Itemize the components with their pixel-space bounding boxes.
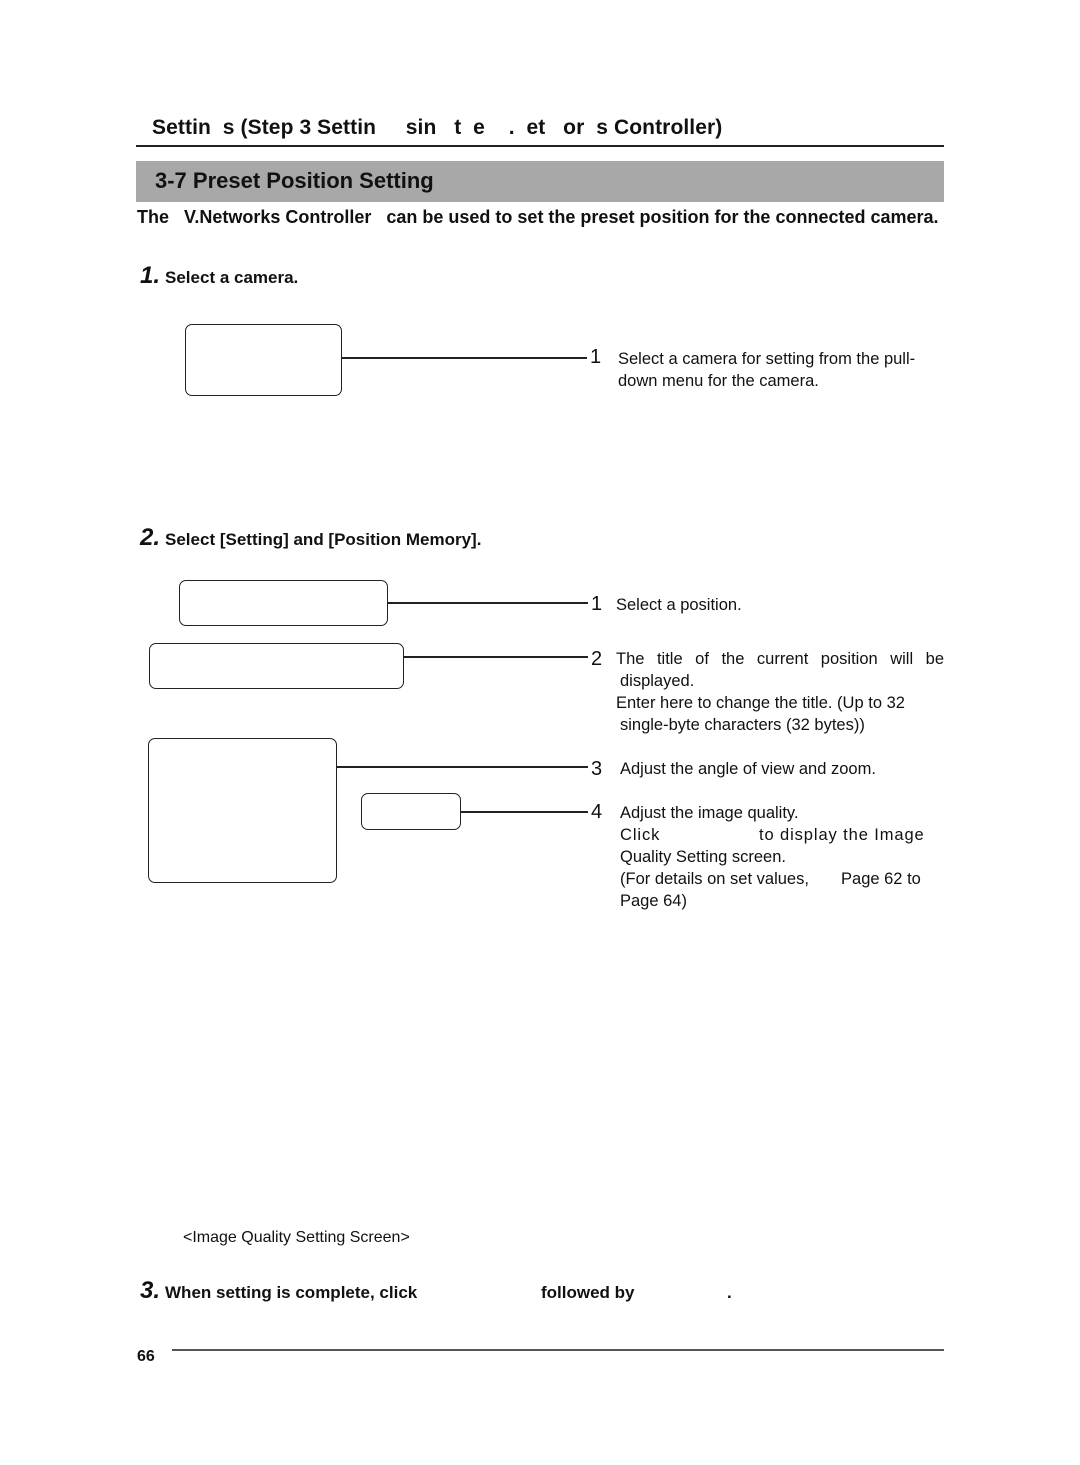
desc-line: Select a camera for setting from the pul…: [618, 350, 916, 368]
callout-leader-line: [342, 357, 587, 359]
position-title-field-box: [149, 643, 404, 689]
step-2-number: 2.: [140, 524, 161, 551]
desc-line: Click to display the Image: [620, 826, 925, 844]
step-2-label: Select [Setting] and [Position Memory].: [165, 530, 482, 549]
callout-number: 1: [590, 346, 602, 368]
desc-line: Adjust the angle of view and zoom.: [620, 760, 876, 778]
header-rule: [136, 145, 944, 147]
camera-select-screenshot-box: [185, 324, 342, 396]
callout-leader-line: [404, 656, 588, 658]
desc-line: Select a position.: [616, 596, 742, 614]
desc-line: Quality Setting screen.: [620, 848, 786, 866]
page-number: 66: [137, 1348, 155, 1365]
step-3-number: 3.: [140, 1277, 161, 1304]
callout-description: Select a position.: [616, 594, 946, 616]
callout-description: Select a camera for setting from the pul…: [618, 348, 948, 392]
position-select-box: [179, 580, 388, 626]
callout-number: 3: [591, 758, 603, 780]
section-title: 3-7 Preset Position Setting: [155, 168, 434, 193]
desc-line: (For details on set values, Page 62 to: [620, 870, 921, 888]
desc-line: Adjust the image quality.: [620, 804, 799, 822]
callout-description: Adjust the angle of view and zoom.: [620, 758, 950, 780]
image-caption: <Image Quality Setting Screen>: [183, 1229, 410, 1246]
callout-leader-line: [461, 811, 588, 813]
callout-leader-line: [388, 602, 588, 604]
desc-line: down menu for the camera.: [618, 372, 819, 390]
image-quality-button-box: [361, 793, 461, 830]
running-header: Settin s (Step 3 Settin sin t e . et or …: [152, 116, 723, 139]
callout-description: The title of the current position will b…: [616, 648, 944, 736]
callout-number: 2: [591, 648, 603, 670]
callout-number: 4: [591, 801, 603, 823]
step-3-heading: 3. When setting is complete, click: [140, 1277, 417, 1305]
desc-line: The title of the current position will b…: [616, 650, 944, 668]
desc-line: displayed.: [620, 672, 695, 690]
step-1-label: Select a camera.: [165, 268, 299, 287]
step-1-heading: 1. Select a camera.: [140, 262, 298, 290]
intro-paragraph: The V.Networks Controller can be used to…: [137, 207, 939, 227]
desc-line: Page 64): [620, 892, 687, 910]
step-2-heading: 2. Select [Setting] and [Position Memory]…: [140, 524, 481, 552]
callout-description: Adjust the image quality. Click to displ…: [620, 802, 945, 912]
callout-leader-line: [337, 766, 588, 768]
footer-rule: [172, 1349, 944, 1351]
camera-view-box: [148, 738, 337, 883]
step-1-number: 1.: [140, 262, 161, 289]
desc-line: single-byte characters (32 bytes)): [620, 716, 865, 734]
step-3-label-end: .: [727, 1283, 732, 1302]
callout-number: 1: [591, 593, 603, 615]
desc-line: Enter here to change the title. (Up to 3…: [616, 694, 905, 712]
step-3-label: When setting is complete, click: [165, 1283, 418, 1302]
step-3-label-cont: followed by: [541, 1283, 635, 1302]
